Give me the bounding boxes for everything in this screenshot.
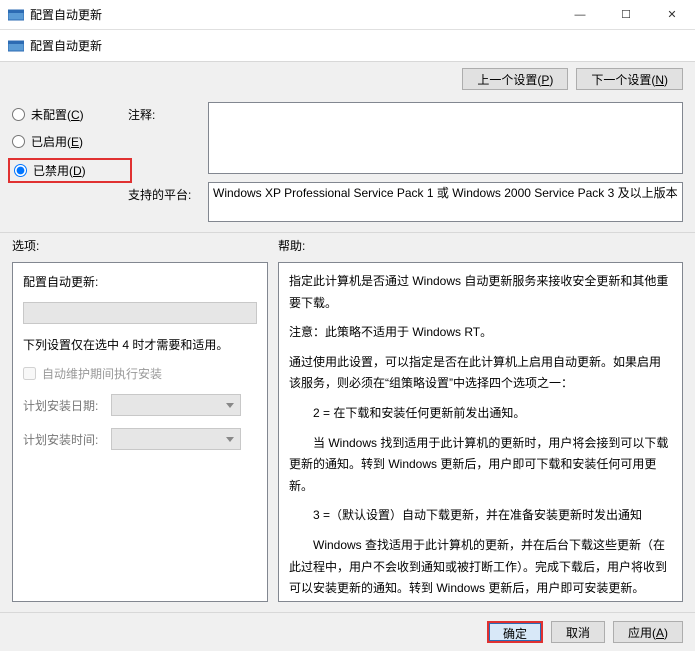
- apply-button[interactable]: 应用(A): [613, 621, 683, 643]
- cancel-button[interactable]: 取消: [551, 621, 605, 643]
- auto-maintenance-checkbox-row[interactable]: 自动维护期间执行安装: [23, 365, 257, 382]
- window-icon: [8, 8, 24, 22]
- config-update-select[interactable]: [23, 302, 257, 324]
- ok-button[interactable]: 确定: [487, 621, 543, 643]
- radio-not-configured-input[interactable]: [12, 108, 25, 121]
- radio-disabled-input[interactable]: [14, 164, 27, 177]
- options-panel: 配置自动更新: 下列设置仅在选中 4 时才需要和适用。 自动维护期间执行安装 计…: [12, 262, 268, 602]
- comment-label: 注释:: [128, 102, 200, 123]
- prev-setting-button[interactable]: 上一个设置(P): [462, 68, 568, 90]
- radio-enabled[interactable]: 已启用(E): [12, 133, 128, 150]
- platform-label: 支持的平台:: [128, 182, 200, 203]
- options-label: 选项:: [12, 237, 278, 254]
- maximize-button[interactable]: ☐: [603, 0, 649, 30]
- options-note: 下列设置仅在选中 4 时才需要和适用。: [23, 336, 257, 353]
- comment-textbox[interactable]: [208, 102, 683, 174]
- platform-textbox: Windows XP Professional Service Pack 1 或…: [208, 182, 683, 222]
- radio-disabled[interactable]: 已禁用(D): [8, 158, 132, 183]
- install-time-select[interactable]: [111, 428, 241, 450]
- install-time-label: 计划安装时间:: [23, 431, 101, 448]
- auto-maintenance-checkbox[interactable]: [23, 367, 36, 380]
- help-label: 帮助:: [278, 237, 305, 254]
- window-title: 配置自动更新: [30, 6, 557, 23]
- policy-icon: [8, 39, 24, 53]
- next-setting-button[interactable]: 下一个设置(N): [576, 68, 683, 90]
- radio-enabled-input[interactable]: [12, 135, 25, 148]
- config-update-label: 配置自动更新:: [23, 273, 257, 290]
- radio-not-configured[interactable]: 未配置(C): [12, 106, 128, 123]
- install-day-select[interactable]: [111, 394, 241, 416]
- install-day-label: 计划安装日期:: [23, 397, 101, 414]
- help-panel: 指定此计算机是否通过 Windows 自动更新服务来接收安全更新和其他重要下载。…: [278, 262, 683, 602]
- close-button[interactable]: ✕: [649, 0, 695, 30]
- subheader-title: 配置自动更新: [30, 37, 687, 54]
- minimize-button[interactable]: —: [557, 0, 603, 30]
